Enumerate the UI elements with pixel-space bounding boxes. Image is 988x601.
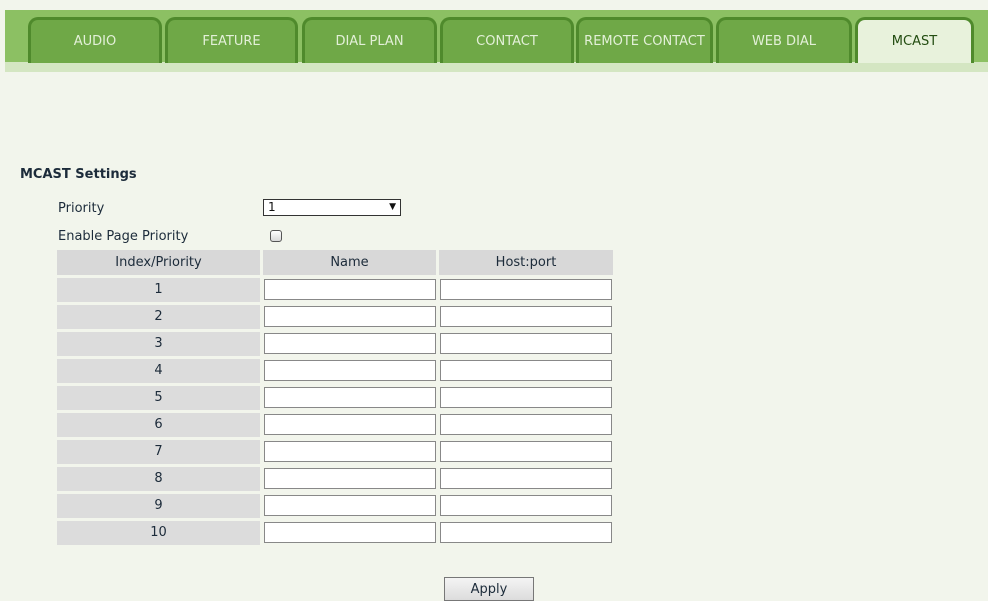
host-port-input[interactable]: [440, 441, 612, 462]
row-index: 6: [57, 413, 260, 437]
host-port-input[interactable]: [440, 468, 612, 489]
section-title: MCAST Settings: [20, 167, 137, 182]
header-host-port: Host:port: [439, 250, 613, 275]
tab-mcast[interactable]: MCAST: [855, 17, 974, 63]
tab-contact[interactable]: CONTACT: [440, 17, 574, 63]
tab-feature[interactable]: FEATURE: [165, 17, 298, 63]
enable-page-priority-label: Enable Page Priority: [58, 229, 189, 244]
tab-audio[interactable]: AUDIO: [28, 17, 162, 63]
host-port-input[interactable]: [440, 279, 612, 300]
host-port-input[interactable]: [440, 360, 612, 381]
row-index: 5: [57, 386, 260, 410]
priority-label: Priority: [58, 201, 105, 216]
name-input[interactable]: [264, 414, 436, 435]
name-input[interactable]: [264, 279, 436, 300]
name-input[interactable]: [264, 441, 436, 462]
row-index: 9: [57, 494, 260, 518]
host-port-input[interactable]: [440, 522, 612, 543]
host-port-input[interactable]: [440, 333, 612, 354]
enable-page-priority-checkbox[interactable]: [270, 230, 282, 242]
row-index: 8: [57, 467, 260, 491]
host-port-input[interactable]: [440, 387, 612, 408]
priority-select-value: 1: [268, 200, 276, 214]
header-name: Name: [263, 250, 436, 275]
tab-web-dial[interactable]: WEB DIAL: [716, 17, 852, 63]
priority-select[interactable]: 1 ▼: [263, 199, 401, 216]
name-input[interactable]: [264, 522, 436, 543]
header-index-priority: Index/Priority: [57, 250, 260, 275]
host-port-input[interactable]: [440, 495, 612, 516]
name-input[interactable]: [264, 360, 436, 381]
tab-bar-underline: [5, 62, 988, 72]
name-input[interactable]: [264, 333, 436, 354]
row-index: 3: [57, 332, 260, 356]
tab-dial-plan[interactable]: DIAL PLAN: [302, 17, 437, 63]
row-index: 10: [57, 521, 260, 545]
name-input[interactable]: [264, 306, 436, 327]
row-index: 7: [57, 440, 260, 464]
tab-remote-contact[interactable]: REMOTE CONTACT: [576, 17, 713, 63]
name-input[interactable]: [264, 468, 436, 489]
row-index: 1: [57, 278, 260, 302]
host-port-input[interactable]: [440, 414, 612, 435]
row-index: 4: [57, 359, 260, 383]
name-input[interactable]: [264, 495, 436, 516]
name-input[interactable]: [264, 387, 436, 408]
dropdown-arrow-icon: ▼: [389, 202, 396, 212]
apply-button[interactable]: Apply: [444, 577, 534, 601]
row-index: 2: [57, 305, 260, 329]
host-port-input[interactable]: [440, 306, 612, 327]
